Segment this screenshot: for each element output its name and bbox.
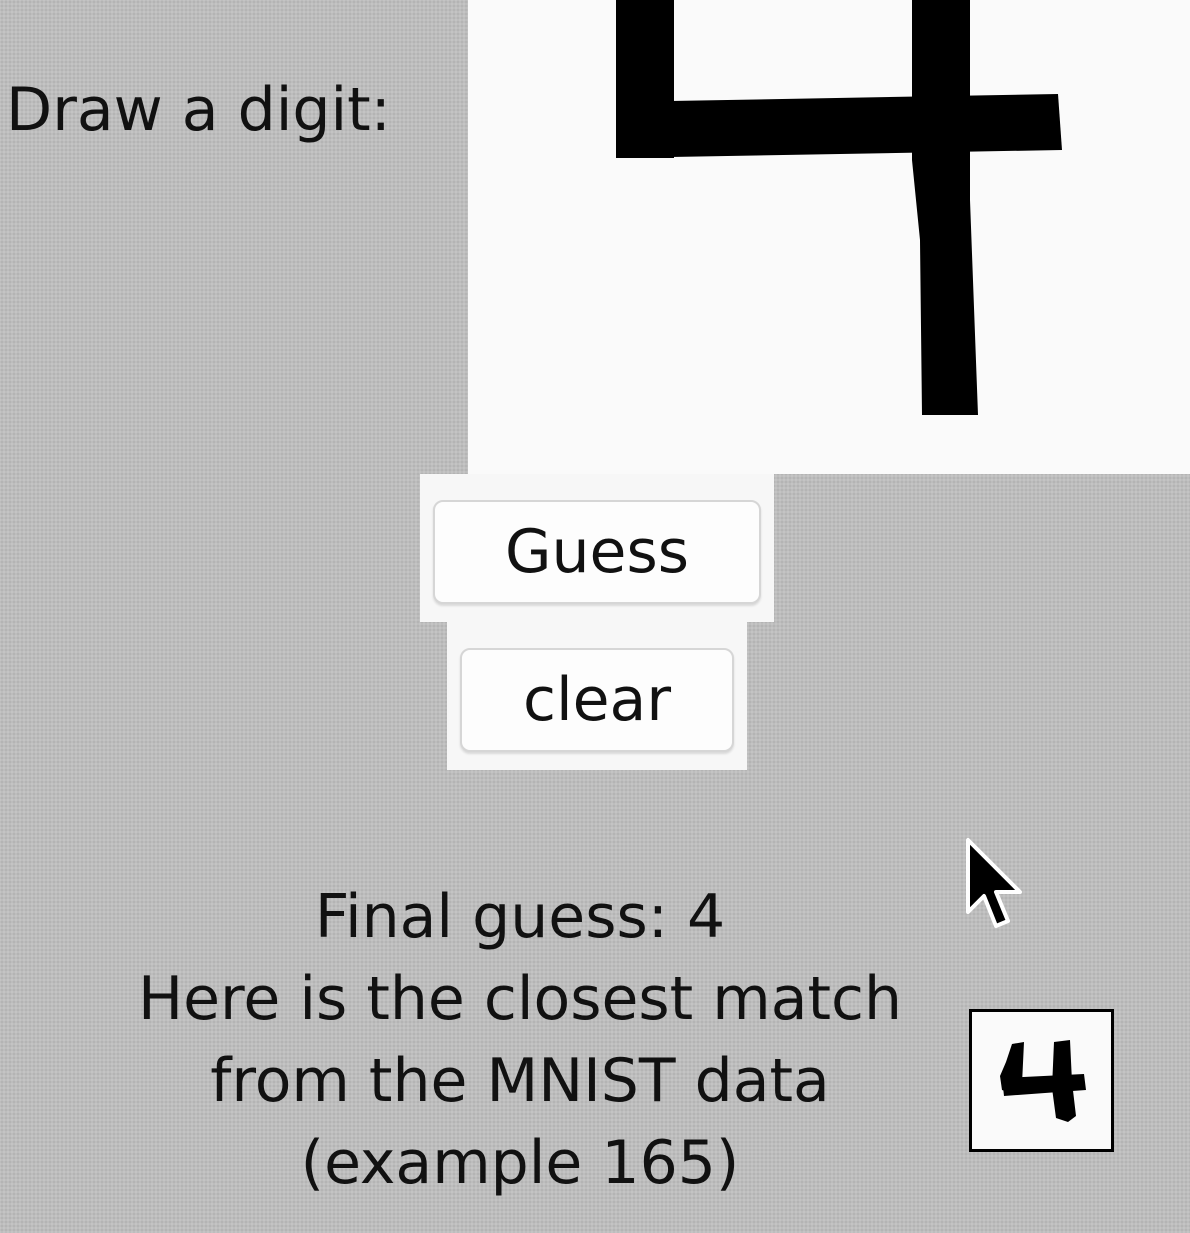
drawing-canvas[interactable] (468, 0, 1190, 474)
clear-button-panel: clear (447, 622, 747, 770)
closest-match-line-3: (example 165) (300, 1128, 740, 1198)
mouse-pointer-icon (966, 838, 1022, 928)
clear-button[interactable]: clear (460, 648, 734, 752)
stroke-right-vertical (912, 0, 978, 415)
closest-match-line-2: from the MNIST data (210, 1046, 830, 1116)
guess-button[interactable]: Guess (433, 500, 761, 604)
prompt-label: Draw a digit: (6, 75, 391, 145)
result-text: Final guess: 4 Here is the closest match… (70, 876, 970, 1204)
mnist-digit-four-image (1000, 1040, 1086, 1122)
final-guess-line: Final guess: 4 (314, 882, 726, 952)
drawn-digit-strokes (616, 0, 1062, 415)
mnist-match-image (969, 1009, 1114, 1152)
guess-button-panel: Guess (420, 474, 774, 622)
closest-match-line-1: Here is the closest match (137, 964, 903, 1034)
stroke-horizontal-bar (616, 94, 1062, 158)
